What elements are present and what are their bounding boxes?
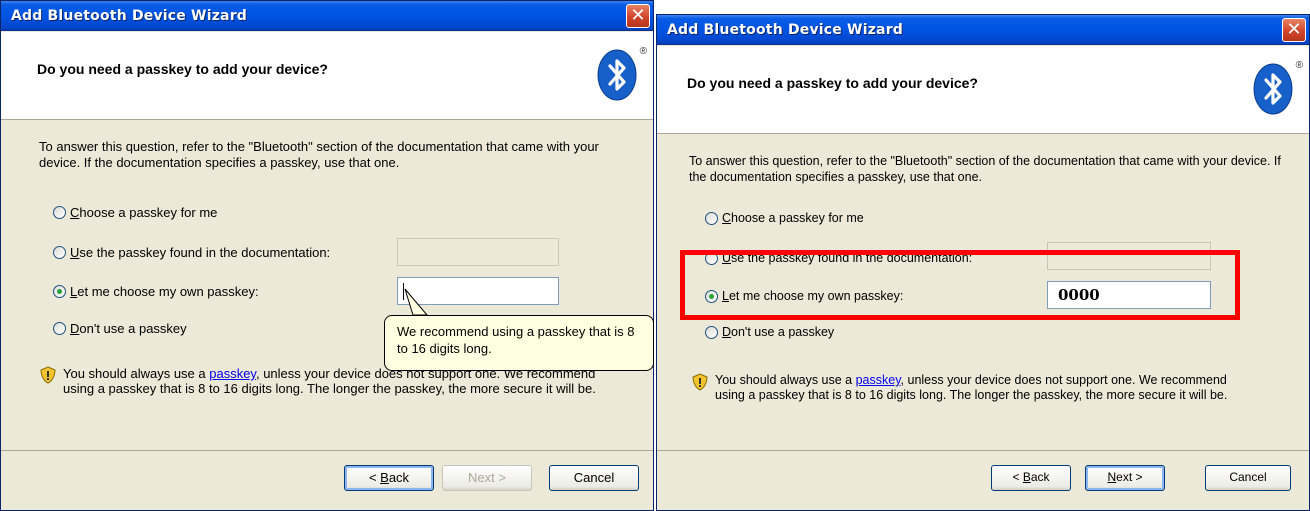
option-choose-for-me[interactable]: Choose a passkey for me [53,205,217,220]
next-button[interactable]: Next > [1085,465,1165,491]
registered-mark-icon: ® [1295,60,1303,71]
option-label: Don't use a passkey [722,325,835,339]
close-button[interactable]: ✕ [626,4,650,28]
passkey-note: You should always use a passkey, unless … [691,373,1251,403]
passkey-link[interactable]: passkey [209,366,256,381]
option-label: Choose a passkey for me [722,211,864,225]
wizard-dialog-left: Add Bluetooth Device Wizard ✕ Do you nee… [0,0,654,511]
title-bar[interactable]: Add Bluetooth Device Wizard ✕ [1,1,653,31]
radio-icon[interactable] [705,251,718,265]
option-label: Choose a passkey for me [70,205,218,220]
option-choose-for-me[interactable]: Choose a passkey for me [705,211,864,225]
close-icon: ✕ [630,5,646,26]
window-title: Add Bluetooth Device Wizard [11,8,248,24]
radio-checked-icon[interactable] [53,285,66,298]
close-button[interactable]: ✕ [1282,18,1306,42]
wizard-body: To answer this question, refer to the "B… [1,121,653,450]
passkey-tooltip: We recommend using a passkey that is 8 t… [384,315,654,371]
wizard-body: To answer this question, refer to the "B… [657,135,1309,450]
wizard-dialog-right: Add Bluetooth Device Wizard ✕ Do you nee… [656,14,1310,511]
back-button[interactable]: < Back [344,465,434,491]
bluetooth-icon [597,49,637,101]
wizard-header: Do you need a passkey to add your device… [657,46,1309,134]
wizard-footer: < Back Next > Cancel [1,450,653,510]
page-title: Do you need a passkey to add your device… [687,75,978,91]
wizard-header: Do you need a passkey to add your device… [1,32,653,120]
option-no-passkey[interactable]: Don't use a passkey [53,321,187,336]
passkey-link[interactable]: passkey [856,373,901,387]
option-label: Use the passkey found in the documentati… [722,251,973,265]
documentation-passkey-field [397,238,559,266]
security-shield-icon [692,373,708,391]
own-passkey-field[interactable]: 0000 [1047,281,1211,309]
title-bar[interactable]: Add Bluetooth Device Wizard ✕ [657,15,1309,45]
cancel-button[interactable]: Cancel [549,465,639,491]
radio-icon[interactable] [705,211,718,225]
option-own-passkey[interactable]: Let me choose my own passkey: [53,284,259,299]
registered-mark-icon: ® [639,46,647,57]
security-shield-icon [40,366,56,384]
radio-icon[interactable] [53,206,66,219]
window-title: Add Bluetooth Device Wizard [667,22,904,38]
radio-icon[interactable] [53,322,66,335]
documentation-passkey-field [1047,242,1211,270]
tooltip-tail [404,288,429,316]
back-button[interactable]: < Back [991,465,1071,491]
close-icon: ✕ [1286,19,1302,40]
intro-text: To answer this question, refer to the "B… [39,139,599,170]
option-own-passkey[interactable]: Let me choose my own passkey: [705,289,903,303]
page-title: Do you need a passkey to add your device… [37,61,328,77]
cancel-button[interactable]: Cancel [1205,465,1291,491]
bluetooth-icon [1253,63,1293,115]
option-use-documentation[interactable]: Use the passkey found in the documentati… [705,251,972,265]
next-button[interactable]: Next > [442,465,532,491]
option-label: Let me choose my own passkey: [722,289,904,303]
option-no-passkey[interactable]: Don't use a passkey [705,325,834,339]
radio-checked-icon[interactable] [705,289,718,303]
option-label: Let me choose my own passkey: [70,284,259,299]
option-use-documentation[interactable]: Use the passkey found in the documentati… [53,245,330,260]
radio-icon[interactable] [705,325,718,339]
note-text: You should always use a passkey, unless … [715,373,1228,402]
radio-icon[interactable] [53,246,66,259]
passkey-value: 0000 [1058,286,1100,304]
option-label: Don't use a passkey [70,321,187,336]
wizard-footer: < Back Next > Cancel [657,450,1309,510]
intro-text: To answer this question, refer to the "B… [689,154,1281,184]
option-label: Use the passkey found in the documentati… [70,245,331,260]
